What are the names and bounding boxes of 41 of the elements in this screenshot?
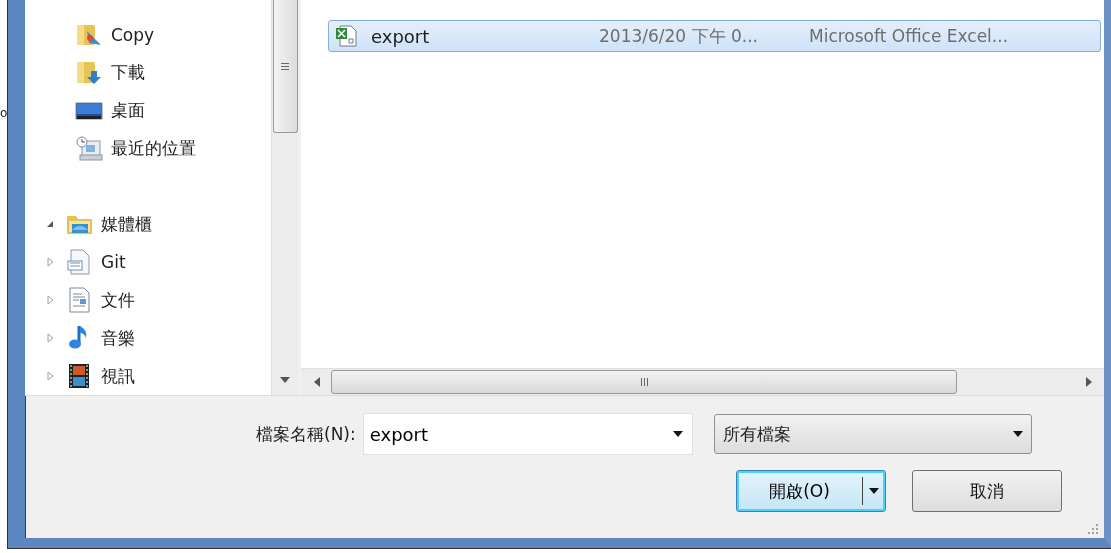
file-date: 2013/6/20 下午 0... [599,24,759,48]
scroll-left-arrow-icon[interactable] [314,377,320,387]
horizontal-scrollbar[interactable] [301,368,1104,395]
expand-arrow-icon[interactable] [45,333,55,344]
expand-arrow-icon[interactable] [45,295,55,306]
recent-places-icon [75,134,103,163]
dropdown-arrow-icon [672,431,683,437]
tree-item[interactable]: 下載 [111,61,145,85]
scroll-thumb[interactable] [272,0,298,133]
field-label: 檔案名稱(N): [256,422,356,446]
tree-item[interactable]: 視訊 [101,364,135,388]
grip-icon [640,378,648,386]
scroll-thumb[interactable] [331,370,957,394]
open-button[interactable]: 開啟(O) [737,477,863,505]
file-name-field[interactable]: export [362,413,693,455]
file-row[interactable]: export 2013/6/20 下午 0... Microsoft Office Excel... [328,20,1101,52]
tree-item[interactable]: 文件 [101,288,135,312]
split-button[interactable]: 開啟(O) [736,470,886,512]
file-name: export [371,25,430,47]
spreadsheet-file-icon [335,25,357,47]
file-type: Microsoft Office Excel... [809,26,1009,46]
git-document-icon [65,248,93,277]
scroll-down-arrow-icon[interactable] [280,377,290,383]
tree-item[interactable]: 音樂 [101,326,135,350]
tree-item[interactable]: Copy [111,24,155,45]
vertical-scrollbar[interactable] [271,0,298,395]
expand-arrow-icon[interactable] [45,371,55,382]
tree-item[interactable]: 最近的位置 [111,137,196,161]
collapse-arrow-icon[interactable] [45,219,55,230]
resize-grip-icon [1088,524,1098,534]
tree-item[interactable]: 媒體櫃 [101,212,152,236]
cancel-button[interactable]: 取消 [912,470,1062,512]
dropdown-arrow-icon [869,488,879,494]
tree-item[interactable]: 桌面 [111,99,145,123]
grip-icon [281,62,289,70]
dropdown-arrow-icon [1012,431,1023,437]
scroll-right-arrow-icon[interactable] [1086,377,1092,387]
cut-off-text: o [0,106,8,120]
expand-arrow-icon[interactable] [45,257,55,268]
file-type-dropdown[interactable]: 所有檔案 [713,414,1032,454]
tree-item[interactable]: Git [101,252,126,273]
